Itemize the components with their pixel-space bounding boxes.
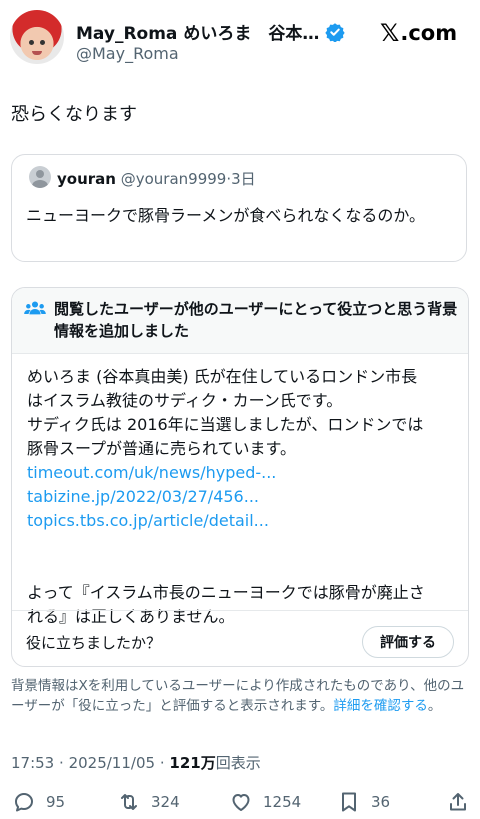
author-avatar[interactable] [10,10,64,64]
note-line: サディク氏は 2016年に当選しましたが、ロンドンでは [27,415,424,434]
note-header: 閲覧したユーザーが他のユーザーにとって役立つと思う背景情報を追加しました [12,288,468,354]
note-conclusion: よって『イスラム市長のニューヨークでは豚骨が廃止さ [27,583,425,602]
quoted-handle: @youran9999 [120,170,227,188]
share-icon [450,793,466,811]
people-icon [24,301,46,315]
disclaimer-end: 。 [427,698,442,714]
author-display-name[interactable]: May_Roma めいろま 谷本… [76,19,319,44]
reply-icon [15,793,33,812]
note-source-link[interactable]: tabizine.jp/2022/03/27/456... [27,485,457,509]
post-timestamp: 17:53 · 2025/11/05 · 121万回表示 [11,752,261,773]
post-date: 2025/11/05 [68,754,156,772]
repost-count: 324 [151,793,180,811]
post-time: 17:53 [11,754,55,772]
quoted-avatar[interactable] [29,166,51,188]
note-disclaimer: 背景情報はXを利用しているユーザーにより作成されたものであり、他のユーザーが「役… [11,676,473,716]
avatar-mouth [32,51,42,55]
note-body: めいろま (谷本真由美) 氏が在住しているロンドン市長 はイスラム教徒のサディク… [27,365,457,629]
repost-button[interactable]: 324 [117,790,180,814]
x-logo-icon: 𝕏 [380,19,400,47]
avatar-eye [40,40,45,45]
author-name-row[interactable]: May_Roma めいろま 谷本… [76,19,345,44]
bookmark-icon [342,792,356,812]
reply-count: 95 [46,793,66,811]
note-source-link[interactable]: timeout.com/uk/news/hyped-... [27,461,457,485]
avatar-eye [29,40,34,45]
note-line: はイスラム教徒のサディク・カーン氏です。 [27,391,343,410]
author-handle[interactable]: @May_Roma [76,44,179,63]
like-count: 1254 [263,793,302,811]
bookmark-count: 36 [371,793,391,811]
post-text: 恐らくなります [11,104,137,125]
x-logo-text: .com [400,21,458,45]
quoted-meta: youran @youran9999·3日 [57,168,256,189]
helpful-question: 役に立ちましたか？ [26,634,162,652]
share-button[interactable] [446,790,470,814]
note-spacer [27,533,457,581]
rate-button[interactable]: 評価する [362,626,454,658]
note-divider [12,610,468,611]
repost-icon [121,794,137,810]
view-label: 回表示 [215,754,261,772]
meta-separator: · [159,754,165,772]
details-link[interactable]: 詳細を確認する [333,698,428,714]
like-button[interactable]: 1254 [229,790,301,814]
view-count: 121万 [169,754,216,772]
note-source-link[interactable]: topics.tbs.co.jp/article/detail... [27,509,457,533]
note-line: 豚骨スープが普通に売られています。 [27,439,296,458]
community-note: 閲覧したユーザーが他のユーザーにとって役立つと思う背景情報を追加しました めいろ… [11,287,469,667]
reply-button[interactable]: 95 [12,790,65,814]
verified-badge-icon [325,22,345,42]
meta-separator: · [59,754,64,772]
quoted-text: ニューヨークで豚骨ラーメンが食べられなくなるのか。 [26,206,426,225]
action-bar: 95 324 1254 36 [0,784,480,818]
note-title: 閲覧したユーザーが他のユーザーにとって役立つと思う背景情報を追加しました [54,300,458,340]
heart-icon [232,794,250,811]
note-line: めいろま (谷本真由美) 氏が在住しているロンドン市長 [27,367,418,386]
quoted-name[interactable]: youran [57,170,116,188]
x-logo: 𝕏 .com [380,19,457,47]
quoted-time: 3日 [231,170,256,188]
bookmark-button[interactable]: 36 [337,790,390,814]
quoted-post[interactable]: youran @youran9999·3日 ニューヨークで豚骨ラーメンが食べられ… [11,154,467,262]
